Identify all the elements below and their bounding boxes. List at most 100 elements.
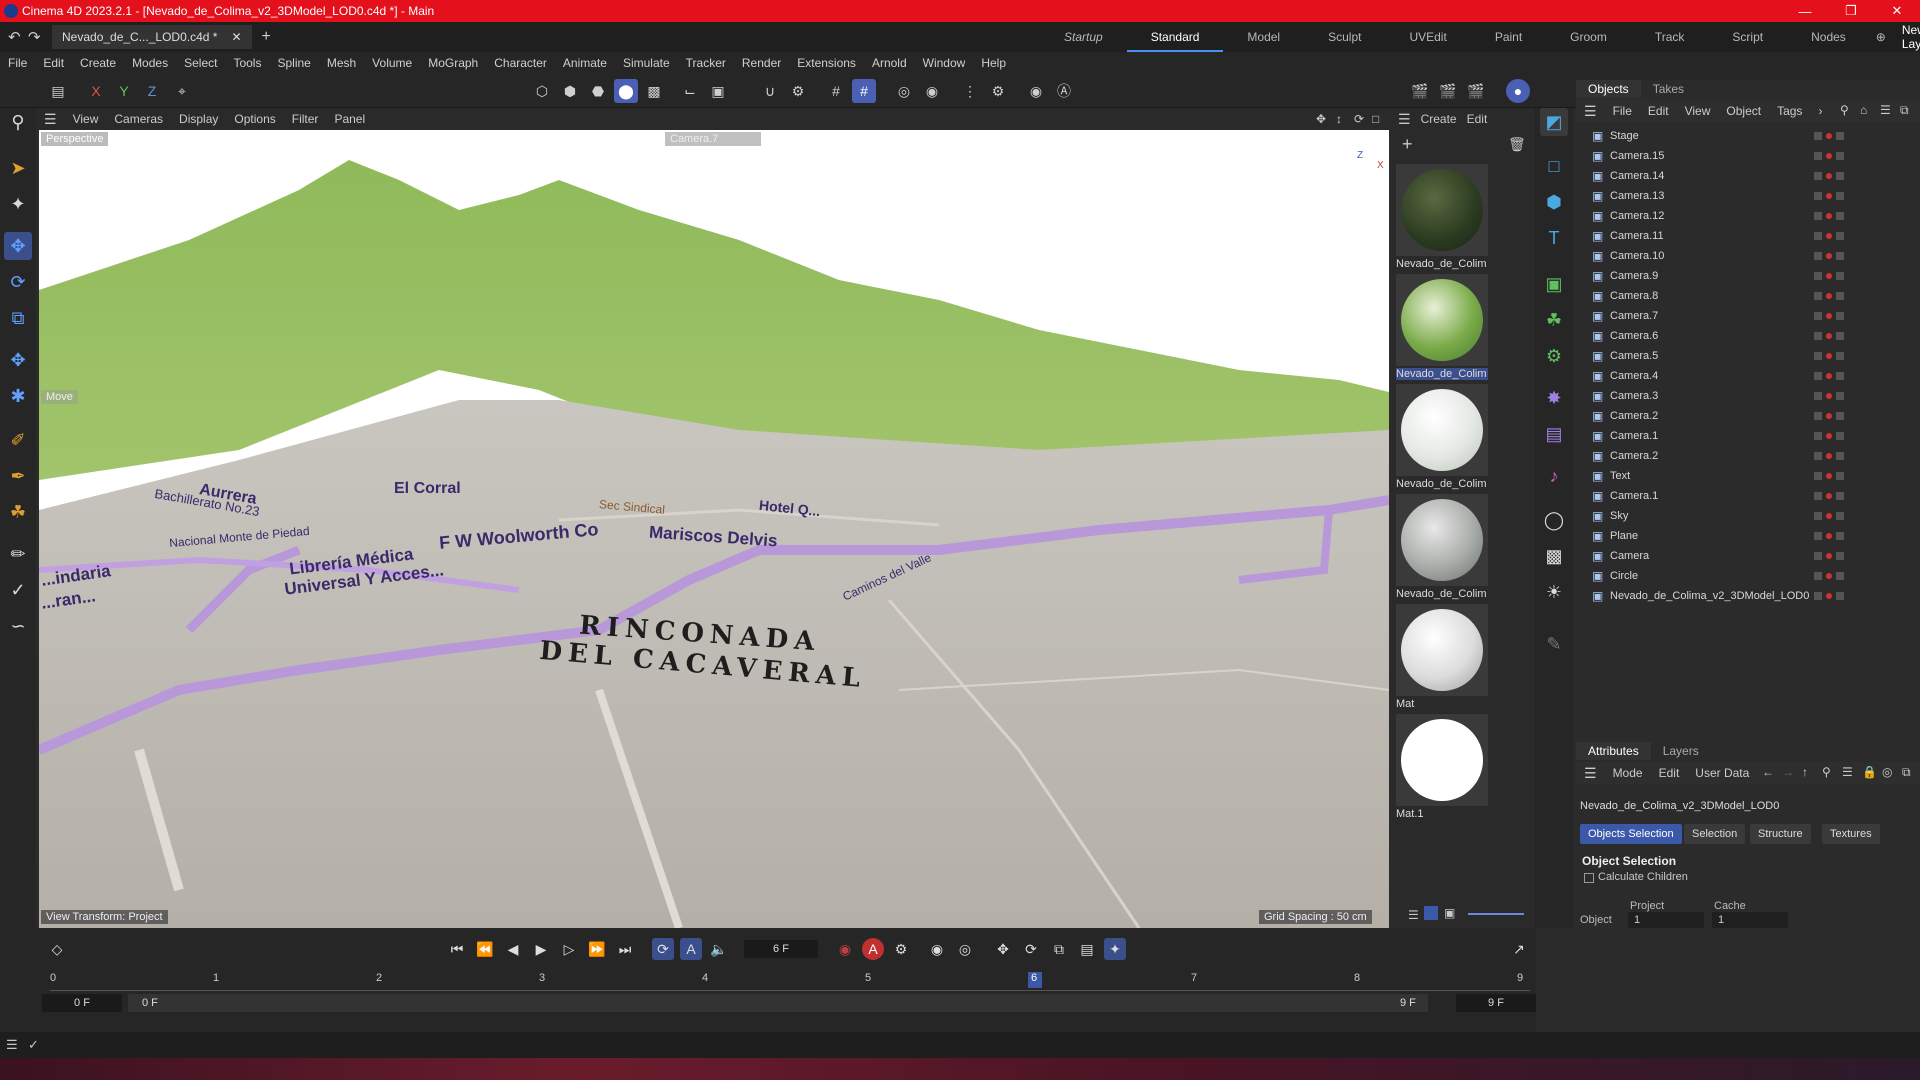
close-window-button[interactable]: ✕ (1874, 0, 1920, 22)
auto-key-icon[interactable]: Ⓐ (1052, 79, 1076, 103)
menu-character[interactable]: Character (486, 56, 555, 70)
solo-off-icon[interactable]: ◎ (892, 79, 916, 103)
cloner-icon[interactable]: ☘ (1540, 306, 1568, 334)
axis-x-toggle[interactable]: X (84, 79, 108, 103)
object-flags[interactable] (1814, 152, 1844, 160)
object-flags[interactable] (1814, 412, 1844, 420)
tag-icon[interactable] (1836, 512, 1844, 520)
tab-objects[interactable]: Objects (1576, 80, 1641, 98)
edit-toggle-icon[interactable] (1814, 452, 1822, 460)
material-slot[interactable]: Mat.1 (1396, 714, 1488, 820)
viewport-menu-filter[interactable]: Filter (284, 112, 327, 126)
tag-icon[interactable] (1836, 432, 1844, 440)
dolly-view-icon[interactable]: ↕ (1336, 112, 1342, 126)
tag-icon[interactable] (1836, 372, 1844, 380)
menu-render[interactable]: Render (734, 56, 789, 70)
layout-standard[interactable]: Standard (1126, 22, 1224, 52)
menu-mograph[interactable]: MoGraph (420, 56, 486, 70)
object-row[interactable]: ▣ Camera.2 (1576, 446, 1920, 466)
object-row[interactable]: ▣ Camera.4 (1576, 366, 1920, 386)
edit-toggle-icon[interactable] (1814, 532, 1822, 540)
layout-script[interactable]: Script (1708, 30, 1787, 44)
objects-filter-icon[interactable]: ☰ (1880, 103, 1891, 117)
subtab-selection[interactable]: Selection (1684, 824, 1746, 844)
key-rotation-icon[interactable]: ◎ (954, 938, 976, 960)
layout-paint[interactable]: Paint (1471, 30, 1546, 44)
tag-icon[interactable] (1836, 472, 1844, 480)
snap-settings-icon[interactable]: ⚙ (786, 79, 810, 103)
edit-render-icon[interactable]: ✎ (1540, 630, 1568, 658)
objects-menu-edit[interactable]: Edit (1640, 104, 1677, 118)
add-layout-icon[interactable]: ⊕ (1870, 30, 1892, 44)
tweak-tool-icon[interactable]: ✱ (4, 382, 32, 410)
visibility-dot-icon[interactable] (1826, 273, 1832, 279)
menu-spline[interactable]: Spline (269, 56, 318, 70)
object-row[interactable]: ▣ Camera.13 (1576, 186, 1920, 206)
camera-object-icon[interactable]: ◩ (1540, 108, 1568, 136)
render-picture-viewer-icon[interactable]: 🎬 (1436, 79, 1460, 103)
edit-toggle-icon[interactable] (1814, 332, 1822, 340)
document-tab[interactable]: Nevado_de_C..._LOD0.c4d * ✕ (52, 25, 252, 49)
layout-nodes[interactable]: Nodes (1787, 30, 1870, 44)
axis-mode-icon[interactable]: ⌙ (678, 79, 702, 103)
end-frame-field[interactable]: 9 F (1456, 994, 1536, 1012)
object-flags[interactable] (1814, 392, 1844, 400)
object-flags[interactable] (1814, 252, 1844, 260)
material-hamburger-icon[interactable]: ☰ (1398, 111, 1411, 128)
scene-camera-icon[interactable]: ▩ (1540, 542, 1568, 570)
subtab-structure[interactable]: Structure (1750, 824, 1811, 844)
edit-toggle-icon[interactable] (1814, 552, 1822, 560)
add-tab-icon[interactable]: + (262, 28, 271, 46)
visibility-dot-icon[interactable] (1826, 433, 1832, 439)
visibility-dot-icon[interactable] (1826, 233, 1832, 239)
axis-y-toggle[interactable]: Y (112, 79, 136, 103)
visibility-dot-icon[interactable] (1826, 173, 1832, 179)
axis-z-toggle[interactable]: Z (140, 79, 164, 103)
object-flags[interactable] (1814, 552, 1844, 560)
points-mode-icon[interactable]: ⬡ (530, 79, 554, 103)
material-slot[interactable]: Nevado_de_Colim (1396, 384, 1488, 490)
range-end-field[interactable]: 9 F (1400, 994, 1430, 1012)
undo-icon[interactable]: ↶ (8, 28, 21, 46)
tag-icon[interactable] (1836, 572, 1844, 580)
display-filter-icon[interactable]: ▤ (46, 79, 70, 103)
menu-tracker[interactable]: Tracker (678, 56, 734, 70)
objects-search-icon[interactable]: ⚲ (1840, 103, 1849, 117)
add-material-icon[interactable]: + (1402, 134, 1413, 155)
object-flags[interactable] (1814, 592, 1844, 600)
edit-toggle-icon[interactable] (1814, 592, 1822, 600)
attributes-menu-edit[interactable]: Edit (1651, 766, 1688, 780)
search-icon[interactable]: ⚲ (4, 108, 32, 136)
edit-toggle-icon[interactable] (1814, 212, 1822, 220)
camera-selector[interactable]: Camera.7 (665, 132, 761, 146)
spline-pen-icon[interactable]: ✐ (4, 426, 32, 454)
record-icon[interactable]: ◉ (834, 938, 856, 960)
tag-icon[interactable] (1836, 452, 1844, 460)
object-row[interactable]: ▣ Camera.12 (1576, 206, 1920, 226)
object-flags[interactable] (1814, 312, 1844, 320)
tab-layers[interactable]: Layers (1651, 742, 1711, 760)
range-start-field[interactable]: 0 F (128, 994, 1428, 1012)
next-key-icon[interactable]: ⏩ (586, 938, 608, 960)
objects-home-icon[interactable]: ⌂ (1860, 103, 1867, 117)
move-tool-icon[interactable]: ✥ (4, 232, 32, 260)
edit-toggle-icon[interactable] (1814, 372, 1822, 380)
restore-button[interactable]: ❐ (1828, 0, 1874, 22)
tag-icon[interactable] (1836, 532, 1844, 540)
object-flags[interactable] (1814, 172, 1844, 180)
next-frame-icon[interactable]: ▷ (558, 938, 580, 960)
object-row[interactable]: ▣ Text (1576, 466, 1920, 486)
layout-groom[interactable]: Groom (1546, 30, 1631, 44)
tag-icon[interactable] (1836, 492, 1844, 500)
keyframe-icon[interactable]: ◇ (46, 938, 68, 960)
lock-element-icon[interactable]: 🔒 (1862, 765, 1877, 779)
render-view-icon[interactable]: 🎬 (1408, 79, 1432, 103)
layout-uvedit[interactable]: UVEdit (1385, 30, 1470, 44)
visibility-dot-icon[interactable] (1826, 133, 1832, 139)
pla-key-icon[interactable]: ✦ (1104, 938, 1126, 960)
object-row[interactable]: ▣ Camera.2 (1576, 406, 1920, 426)
paint-brush-icon[interactable]: ✏ (4, 540, 32, 568)
play-icon[interactable]: ▶ (530, 938, 552, 960)
knife-tool-icon[interactable]: ✓ (4, 576, 32, 604)
redo-icon[interactable]: ↷ (28, 28, 41, 46)
